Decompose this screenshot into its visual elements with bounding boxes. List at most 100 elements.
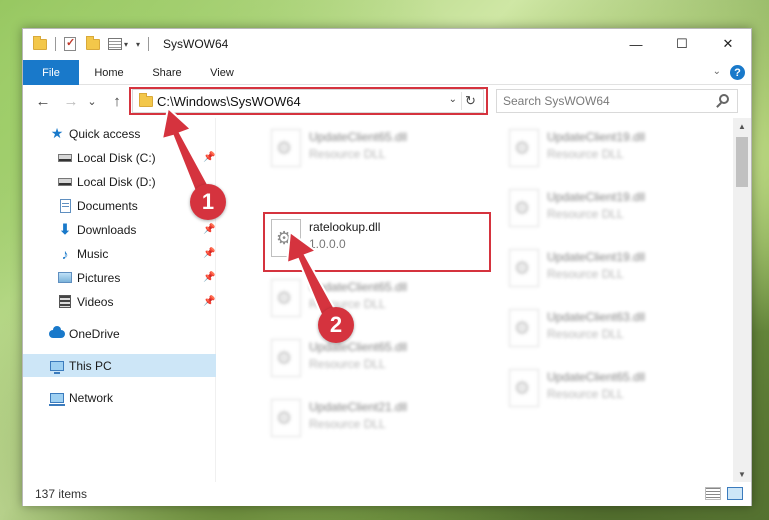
sidebar-item-label: Quick access — [69, 126, 141, 141]
toolbar-dropdown-icon[interactable]: ▾ — [124, 40, 128, 49]
dll-file-icon — [271, 339, 301, 377]
network-icon — [49, 391, 65, 406]
sidebar-item-local-disk-d[interactable]: Local Disk (D:) — [23, 170, 216, 193]
sidebar-item-downloads[interactable]: ⬇ Downloads 📌 — [23, 218, 216, 241]
quick-access-toolbar: ▾ ▾ — [33, 35, 150, 52]
file-tile[interactable]: UpdateClient19.dll Resource DLL — [499, 186, 719, 230]
sidebar-item-label: Documents — [77, 198, 138, 213]
navigation-pane: ★ Quick access Local Disk (C:) 📌 Local D… — [23, 118, 216, 482]
vertical-scrollbar[interactable]: ▲ ▼ — [733, 118, 751, 482]
downloads-icon: ⬇ — [59, 221, 71, 237]
sidebar-item-quick-access[interactable]: ★ Quick access — [23, 122, 216, 145]
file-name: UpdateClient65.dll — [309, 130, 408, 144]
tab-share[interactable]: Share — [141, 60, 193, 85]
pin-icon[interactable]: 📌 — [203, 248, 215, 259]
toolbar-separator — [148, 37, 150, 51]
pictures-icon — [57, 271, 73, 285]
title-bar: ▾ ▾ SysWOW64 — ☐ ✕ — [23, 29, 751, 60]
file-name: UpdateClient19.dll — [547, 130, 646, 144]
file-type: Resource DLL — [547, 147, 624, 161]
file-highlight-box — [263, 212, 491, 272]
sidebar-item-videos[interactable]: Videos 📌 — [23, 290, 216, 313]
file-list: UpdateClient65.dll Resource DLL ratelook… — [217, 118, 733, 482]
sidebar-item-network[interactable]: Network — [23, 386, 216, 409]
recent-locations-button[interactable]: ⌄ — [85, 91, 99, 111]
sidebar-item-label: Music — [77, 246, 109, 261]
file-tile[interactable]: UpdateClient65.dll Resource DLL — [261, 336, 481, 380]
folder-icon[interactable] — [33, 35, 47, 50]
help-icon[interactable]: ? — [730, 65, 745, 80]
new-folder-icon[interactable] — [86, 35, 100, 50]
file-tile[interactable]: UpdateClient19.dll Resource DLL — [499, 246, 719, 290]
step-2-badge: 2 — [318, 307, 354, 343]
file-type: Resource DLL — [309, 417, 386, 431]
file-name: UpdateClient65.dll — [309, 280, 408, 294]
file-type: Resource DLL — [547, 327, 624, 341]
onedrive-icon — [49, 325, 65, 341]
file-tile[interactable]: UpdateClient21.dll Resource DLL — [261, 396, 481, 440]
dll-file-icon — [271, 129, 301, 167]
file-tile[interactable]: UpdateClient65.dll Resource DLL — [499, 366, 719, 410]
file-name: UpdateClient65.dll — [547, 370, 646, 384]
tab-view[interactable]: View — [197, 60, 247, 85]
file-tile[interactable]: UpdateClient65.dll Resource DLL — [261, 126, 481, 170]
pin-icon[interactable]: 📌 — [203, 224, 215, 235]
file-name: UpdateClient21.dll — [309, 400, 408, 414]
dll-file-icon — [271, 399, 301, 437]
file-tile[interactable]: UpdateClient19.dll Resource DLL — [499, 126, 719, 170]
sidebar-item-label: OneDrive — [69, 326, 120, 341]
pin-icon[interactable]: 📌 — [203, 152, 215, 163]
ribbon-expand-icon[interactable]: ⌄ — [713, 66, 721, 77]
file-name: UpdateClient63.dll — [547, 310, 646, 324]
properties-check-icon[interactable] — [64, 36, 76, 51]
scroll-up-icon[interactable]: ▲ — [733, 118, 751, 134]
this-pc-icon — [49, 359, 65, 374]
navigation-bar: ← → ⌄ ↑ C:\Windows\SysWOW64 ⌄ ↻ — [23, 85, 751, 118]
sidebar-item-documents[interactable]: Documents 📌 — [23, 194, 216, 217]
close-button[interactable]: ✕ — [705, 29, 751, 59]
ribbon: File Home Share View ⌄ ? — [23, 60, 751, 85]
search-box[interactable] — [496, 89, 738, 113]
tab-home[interactable]: Home — [83, 60, 135, 85]
file-tile[interactable]: UpdateClient63.dll Resource DLL — [499, 306, 719, 350]
dll-file-icon — [509, 129, 539, 167]
scroll-down-icon[interactable]: ▼ — [733, 466, 751, 482]
file-type: Resource DLL — [547, 207, 624, 221]
search-icon[interactable] — [719, 94, 729, 104]
drive-icon — [57, 151, 73, 165]
dll-file-icon — [509, 189, 539, 227]
dll-file-icon — [509, 369, 539, 407]
minimize-button[interactable]: — — [613, 29, 659, 59]
pin-icon[interactable]: 📌 — [203, 296, 215, 307]
tab-file[interactable]: File — [23, 60, 79, 85]
sidebar-item-label: Downloads — [77, 222, 137, 237]
file-type: Resource DLL — [309, 357, 386, 371]
large-icons-view-icon[interactable] — [727, 487, 743, 500]
file-type: Resource DLL — [547, 267, 624, 281]
sidebar-item-music[interactable]: ♪ Music 📌 — [23, 242, 216, 265]
pin-icon[interactable]: 📌 — [203, 272, 215, 283]
status-bar: 137 items — [23, 482, 751, 506]
sidebar-item-label: Local Disk (C:) — [77, 150, 156, 165]
maximize-button[interactable]: ☐ — [659, 29, 705, 59]
sidebar-item-local-disk-c[interactable]: Local Disk (C:) 📌 — [23, 146, 216, 169]
file-type: Resource DLL — [309, 297, 386, 311]
scrollbar-thumb[interactable] — [736, 137, 748, 187]
search-input[interactable] — [503, 93, 703, 109]
sidebar-item-onedrive[interactable]: OneDrive — [23, 322, 216, 345]
forward-button[interactable]: → — [61, 91, 81, 111]
toolbar-more-icon[interactable]: ▾ — [136, 40, 140, 49]
file-name: UpdateClient19.dll — [547, 190, 646, 204]
file-type: Resource DLL — [309, 147, 386, 161]
dll-file-icon — [509, 249, 539, 287]
step-1-badge: 1 — [190, 184, 226, 220]
file-name: UpdateClient19.dll — [547, 250, 646, 264]
sidebar-item-pictures[interactable]: Pictures 📌 — [23, 266, 216, 289]
customize-toolbar-icon[interactable] — [108, 38, 122, 50]
up-button[interactable]: ↑ — [107, 91, 127, 111]
file-tile[interactable]: UpdateClient65.dll Resource DLL — [261, 276, 481, 320]
back-button[interactable]: ← — [33, 91, 53, 111]
star-icon: ★ — [50, 125, 64, 141]
details-view-icon[interactable] — [705, 487, 721, 500]
sidebar-item-this-pc[interactable]: This PC — [23, 354, 216, 377]
